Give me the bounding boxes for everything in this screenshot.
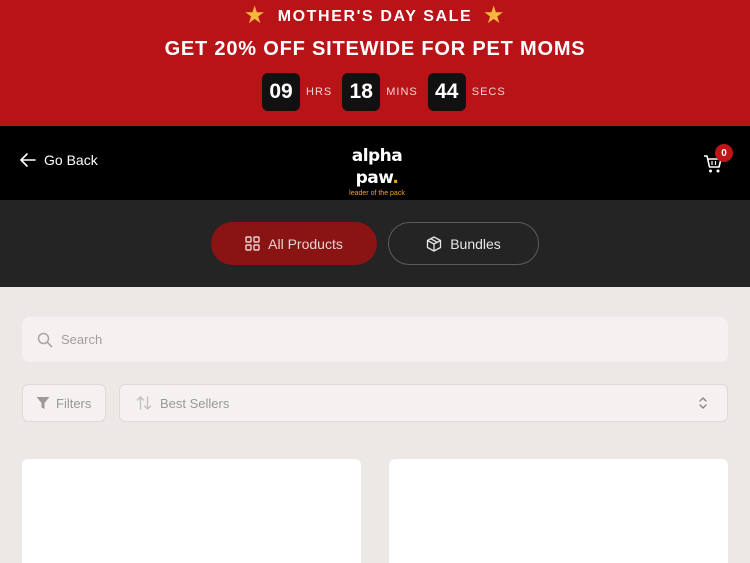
countdown-seconds-label: SECS: [471, 86, 506, 98]
chevron-up-down-icon: [699, 397, 707, 409]
go-back-label: Go Back: [44, 152, 98, 168]
product-card[interactable]: [389, 459, 728, 563]
go-back-link[interactable]: Go Back: [20, 152, 98, 168]
countdown-minutes-label: MINS: [386, 86, 418, 98]
tab-all-products-label: All Products: [268, 235, 343, 252]
countdown-hours: 09: [262, 73, 300, 111]
promo-title: MOTHER'S DAY SALE: [277, 8, 473, 25]
logo[interactable]: alpha paw. leader of the pack: [329, 145, 425, 198]
site-header: Go Back alpha paw. leader of the pack 0: [0, 126, 750, 200]
countdown-timer: 09 HRS 18 MINS 44 SECS: [262, 73, 516, 111]
search-input[interactable]: [61, 332, 661, 347]
star-icon: ★: [484, 4, 505, 27]
logo-wordmark: alpha paw.: [351, 146, 403, 188]
search-icon: [37, 332, 53, 347]
tab-all-products[interactable]: All Products: [211, 222, 377, 265]
arrow-left-icon: [20, 153, 36, 167]
sort-arrows-icon: [136, 396, 152, 410]
funnel-icon: [36, 397, 50, 409]
star-icon: ★: [245, 4, 266, 27]
logo-tagline: leader of the pack: [349, 190, 405, 197]
category-nav: All Products Bundles: [0, 200, 750, 287]
box-icon: [427, 235, 442, 252]
search-bar: [22, 317, 728, 362]
sort-select[interactable]: Best Sellers: [119, 384, 728, 422]
promo-subtitle: GET 20% OFF SITEWIDE FOR PET MOMS: [164, 38, 586, 60]
sort-selected-value: Best Sellers: [160, 395, 230, 411]
grid-icon: [245, 236, 260, 251]
tab-bundles-label: Bundles: [450, 235, 501, 252]
countdown-hours-label: HRS: [306, 86, 333, 98]
countdown-seconds: 44: [427, 73, 466, 111]
filters-label: Filters: [56, 395, 92, 411]
product-card[interactable]: [22, 459, 361, 563]
promo-banner: ★ MOTHER'S DAY SALE ★ GET 20% OFF SITEWIDE…: [0, 0, 750, 126]
countdown-minutes: 18: [342, 73, 381, 111]
cart-button[interactable]: 0: [703, 144, 733, 176]
cart-count-badge: 0: [715, 144, 733, 162]
tab-bundles[interactable]: Bundles: [388, 222, 539, 265]
filters-button[interactable]: Filters: [22, 384, 106, 422]
promo-title-row: ★ MOTHER'S DAY SALE ★: [0, 4, 750, 28]
